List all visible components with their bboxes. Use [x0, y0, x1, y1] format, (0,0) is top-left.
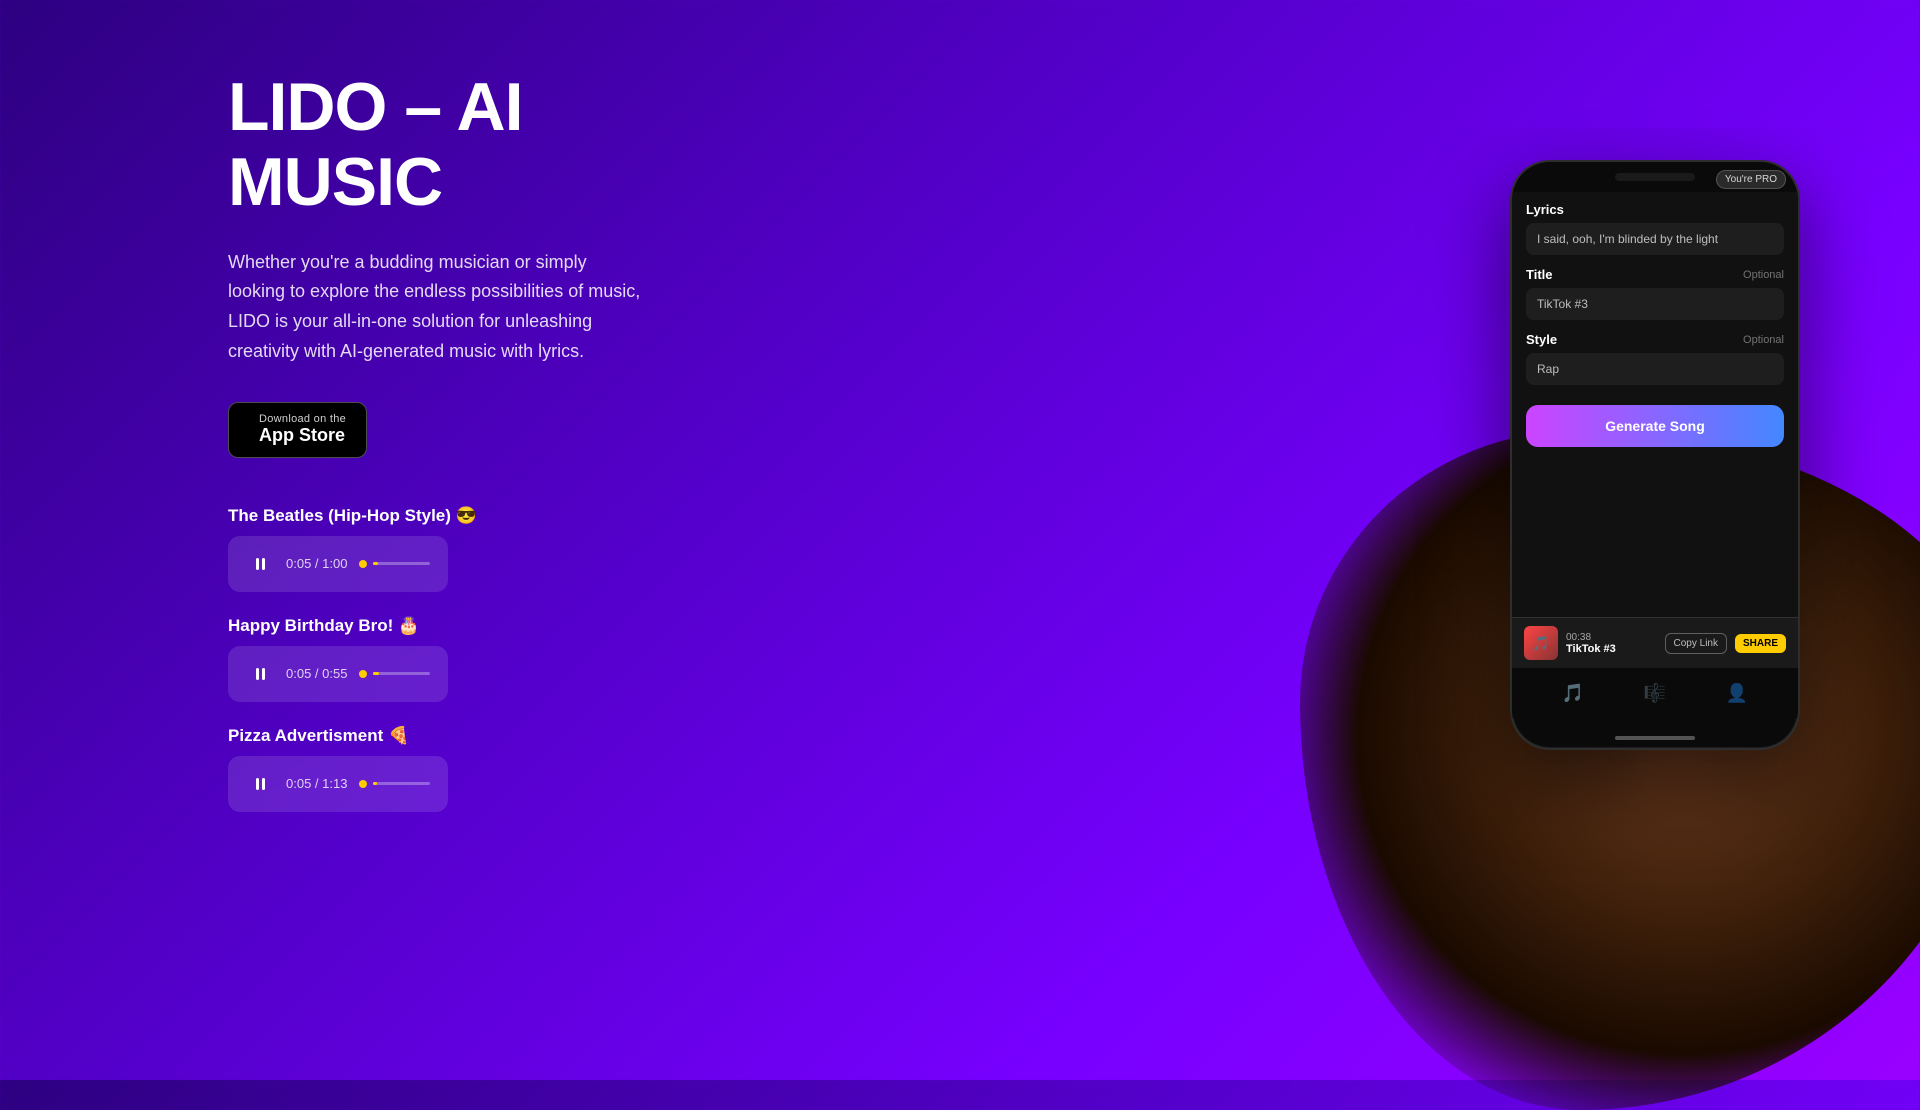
pause-icon-2	[256, 668, 265, 680]
pause-icon-1	[256, 558, 265, 570]
track-1-title: The Beatles (Hip-Hop Style) 😎	[228, 506, 808, 526]
hero-title-line1: LIDO – AI	[228, 69, 523, 145]
nav-music-icon[interactable]: 🎼	[1644, 683, 1666, 704]
hero-title-line2: MUSIC	[228, 144, 442, 220]
title-input[interactable]	[1526, 288, 1784, 320]
copy-link-button[interactable]: Copy Link	[1665, 633, 1727, 654]
app-store-small-text: Download on the	[259, 413, 346, 425]
share-button[interactable]: SHARE	[1735, 634, 1786, 653]
lyrics-label: Lyrics	[1526, 202, 1784, 217]
player-name: TikTok #3	[1566, 643, 1657, 655]
player-info: 00:38 TikTok #3	[1566, 632, 1657, 655]
track-2-player: 0:05 / 0:55	[228, 646, 448, 702]
track-1-time: 0:05 / 1:00	[286, 556, 347, 571]
generate-song-button[interactable]: Generate Song	[1526, 405, 1784, 447]
track-2-progress-container[interactable]	[359, 670, 430, 678]
track-3-progress-dot	[359, 780, 367, 788]
track-1-progress-fill	[373, 562, 378, 565]
track-3-player: 0:05 / 1:13	[228, 756, 448, 812]
track-section-1: The Beatles (Hip-Hop Style) 😎 0:05 / 1:0…	[228, 506, 808, 592]
pause-icon-3	[256, 778, 265, 790]
app-store-button[interactable]: Download on the App Store	[228, 402, 367, 458]
track-3-progress-container[interactable]	[359, 780, 430, 788]
track-1-progress-container[interactable]	[359, 560, 430, 568]
title-field-group: Title Optional	[1526, 267, 1784, 320]
phone-content: Lyrics Title Optional Style Optional	[1512, 192, 1798, 668]
track-1-player: 0:05 / 1:00	[228, 536, 448, 592]
phone-player-bar: 🎵 00:38 TikTok #3 Copy Link SHARE	[1512, 617, 1798, 668]
phone-area: You're PRO Lyrics Title Optional Style	[1020, 80, 1920, 980]
track-3-title: Pizza Advertisment 🍕	[228, 726, 808, 746]
lyrics-field-group: Lyrics	[1526, 202, 1784, 255]
player-time: 00:38	[1566, 632, 1657, 643]
phone-notch-bar: You're PRO	[1512, 162, 1798, 192]
app-store-btn-text: Download on the App Store	[259, 413, 346, 447]
track-3-play-pause[interactable]	[246, 770, 274, 798]
track-3-time: 0:05 / 1:13	[286, 776, 347, 791]
style-field-group: Style Optional	[1526, 332, 1784, 385]
track-2-title: Happy Birthday Bro! 🎂	[228, 616, 808, 636]
track-1-progress-dot	[359, 560, 367, 568]
track-2-progress-dot	[359, 670, 367, 678]
hero-title: LIDO – AI MUSIC	[228, 70, 808, 220]
nav-home-icon[interactable]: 🎵	[1562, 683, 1584, 704]
track-2-progress-fill	[373, 672, 378, 675]
track-3-progress-fill	[373, 782, 377, 785]
phone-notch	[1615, 173, 1695, 181]
track-1-progress-bar	[373, 562, 430, 565]
left-content: LIDO – AI MUSIC Whether you're a budding…	[228, 70, 808, 836]
track-2-progress-bar	[373, 672, 430, 675]
title-label: Title Optional	[1526, 267, 1784, 282]
player-thumbnail: 🎵	[1524, 626, 1558, 660]
track-section-3: Pizza Advertisment 🍕 0:05 / 1:13	[228, 726, 808, 812]
phone-frame: You're PRO Lyrics Title Optional Style	[1510, 160, 1800, 750]
home-indicator	[1615, 736, 1695, 740]
style-input[interactable]	[1526, 353, 1784, 385]
pro-badge: You're PRO	[1716, 170, 1786, 189]
track-2-play-pause[interactable]	[246, 660, 274, 688]
track-3-progress-bar	[373, 782, 430, 785]
hero-description: Whether you're a budding musician or sim…	[228, 248, 648, 367]
track-section-2: Happy Birthday Bro! 🎂 0:05 / 0:55	[228, 616, 808, 702]
nav-profile-icon[interactable]: 👤	[1726, 683, 1748, 704]
lyrics-input[interactable]	[1526, 223, 1784, 255]
phone-bottom-nav: 🎵 🎼 👤	[1512, 668, 1798, 718]
app-store-big-text: App Store	[259, 425, 346, 447]
track-1-play-pause[interactable]	[246, 550, 274, 578]
track-2-time: 0:05 / 0:55	[286, 666, 347, 681]
style-label: Style Optional	[1526, 332, 1784, 347]
